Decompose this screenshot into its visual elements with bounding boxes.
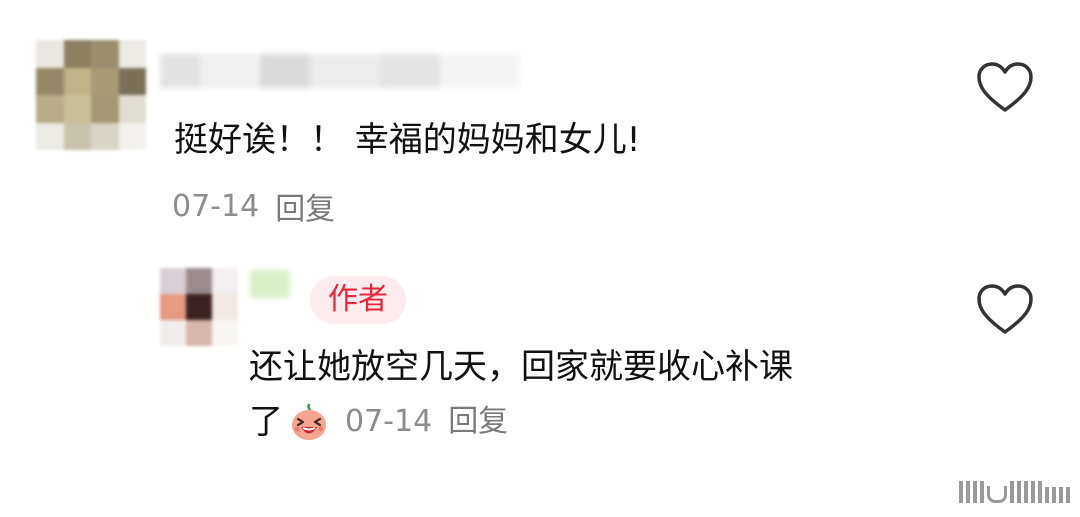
laughing-face-emoji-icon xyxy=(292,403,326,440)
reply-text-line2-row: 了 07-14 回复 xyxy=(249,398,508,446)
author-username-blurred[interactable] xyxy=(250,270,290,298)
comment-text: 挺好诶！！ 幸福的妈妈和女儿! xyxy=(174,120,641,160)
comment-date: 07-14 xyxy=(172,188,260,224)
reply-text-line1: 还让她放空几天，回家就要收心补课 xyxy=(249,347,793,387)
author-avatar[interactable] xyxy=(160,268,238,346)
commenter-avatar[interactable] xyxy=(36,40,146,150)
comment-thread: 挺好诶！！ 幸福的妈妈和女儿! 07-14 回复 作者 还让她放空几天，回家就要… xyxy=(0,0,1080,517)
author-badge: 作者 xyxy=(310,276,406,324)
comment-meta: 07-14 回复 xyxy=(172,184,335,228)
reply-button[interactable]: 回复 xyxy=(275,184,335,228)
reply-meta: 07-14 回复 xyxy=(345,398,508,446)
reply-text-line2: 了 xyxy=(249,402,283,442)
heart-outline-icon[interactable] xyxy=(976,284,1034,336)
heart-outline-icon[interactable] xyxy=(976,62,1034,114)
watermark xyxy=(959,473,1070,503)
commenter-username-blurred[interactable] xyxy=(160,54,520,88)
reply-date: 07-14 xyxy=(345,404,433,439)
reply-button[interactable]: 回复 xyxy=(448,398,508,446)
